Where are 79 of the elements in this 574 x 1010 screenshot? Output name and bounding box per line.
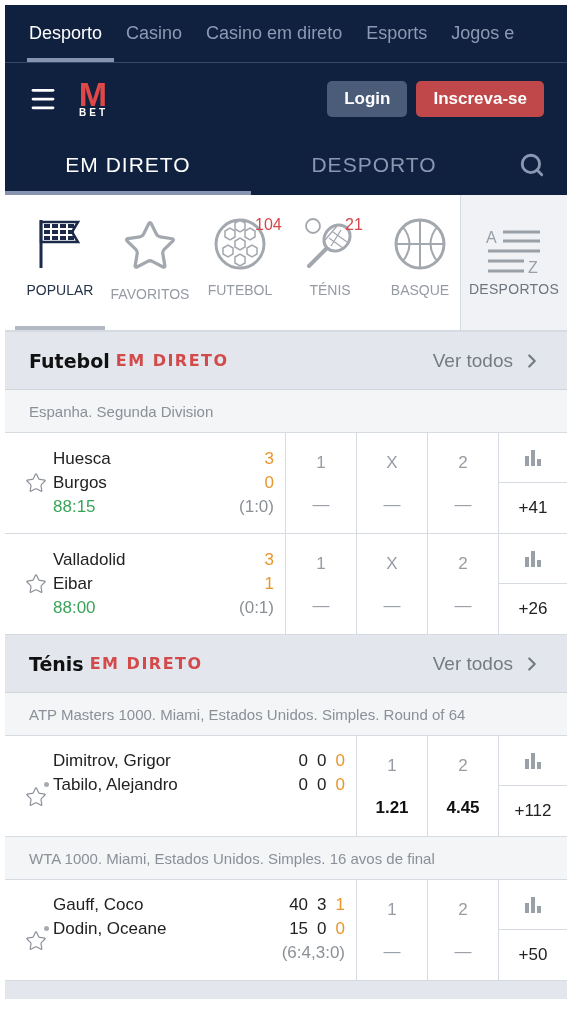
nav-tab[interactable]: Jogos e [449, 5, 527, 62]
section-title: Futebol [29, 349, 110, 372]
half-time-score: (0:1) [239, 598, 274, 618]
basketball-icon [394, 218, 446, 270]
event-count: 104 [255, 216, 282, 234]
odds-button[interactable]: 1 — [286, 433, 357, 533]
player-name: Dodin, Oceane [53, 918, 167, 939]
nav-tab[interactable]: Casino em direto [204, 5, 355, 62]
live-label: EM DIRETO [89, 654, 203, 673]
odds-button[interactable]: X — [357, 433, 428, 533]
live-label: EM DIRETO [115, 351, 229, 370]
player-score: 0 [317, 918, 327, 939]
odds-button[interactable]: 1 — [357, 880, 428, 980]
mode-tab[interactable]: DESPORTO [251, 135, 497, 195]
bar-chart-icon [524, 550, 542, 567]
bar-chart-icon [524, 752, 542, 769]
player-score: 1 [335, 894, 345, 915]
more-markets-button[interactable]: +112 [499, 786, 567, 836]
odds-button[interactable]: 2 — [428, 433, 499, 533]
favorite-star-icon[interactable] [25, 786, 47, 808]
set-scores: (6:4,3:0) [281, 942, 345, 963]
sport-tab[interactable]: 104 FUTEBOL [195, 195, 285, 330]
favorite-star-icon[interactable] [25, 472, 47, 494]
sport-tab[interactable]: 21 TÉNIS [285, 195, 375, 330]
favorite-star-icon[interactable] [25, 930, 47, 952]
odds-button[interactable]: 2 4.45 [428, 736, 499, 836]
match-time: 88:15 [53, 497, 96, 517]
favorite-star-icon[interactable] [25, 573, 47, 595]
player-name: Gauff, Coco [53, 894, 144, 915]
more-markets-button[interactable]: +50 [499, 930, 567, 980]
more-markets-button[interactable]: +41 [499, 483, 567, 533]
nav-tab[interactable]: Desporto [27, 5, 115, 62]
team-name: Huesca [53, 449, 111, 469]
register-button[interactable]: Inscreva-se [416, 81, 544, 117]
search-icon[interactable] [519, 152, 545, 178]
player-score: 3 [317, 894, 327, 915]
odds-button[interactable]: 2 — [428, 534, 499, 634]
team-score: 3 [264, 449, 274, 469]
player-score: 0 [298, 774, 309, 795]
odds-button[interactable]: 2 — [428, 880, 499, 980]
odds-button[interactable]: 1 — [286, 534, 357, 634]
team-name: Burgos [53, 473, 107, 493]
team-name: Eibar [53, 574, 93, 594]
mode-tab[interactable]: EM DIRETO [5, 135, 251, 195]
league-name: WTA 1000. Miami, Estados Unidos. Simples. 16 avos de final [5, 837, 567, 880]
more-markets-button[interactable]: +26 [499, 584, 567, 634]
league-name: ATP Masters 1000. Miami, Estados Unidos. Simples. Round of 64 [5, 693, 567, 736]
player-score: 0 [335, 774, 345, 795]
checkered-flag-icon [38, 218, 82, 270]
team-name: Valladolid [53, 550, 126, 570]
event-count: 21 [345, 216, 363, 234]
bar-chart-icon [524, 449, 542, 466]
sport-tab[interactable]: BASQUE [375, 195, 460, 330]
player-score: 0 [335, 750, 345, 771]
player-score: 40 [289, 894, 309, 915]
team-score: 3 [264, 550, 274, 570]
sports-menu-button[interactable]: A Z DESPORTOS [460, 195, 567, 330]
team-score: 0 [264, 473, 274, 493]
see-all-link[interactable]: Ver todos [432, 349, 543, 372]
section-title: Ténis [29, 652, 84, 675]
half-time-score: (1:0) [239, 497, 274, 517]
player-name: Tabilo, Alejandro [53, 774, 178, 795]
team-score: 1 [264, 574, 274, 594]
odds-button[interactable]: X — [357, 534, 428, 634]
player-score: 15 [289, 918, 309, 939]
bar-chart-icon [524, 896, 542, 913]
player-score: 0 [298, 750, 309, 771]
odds-button[interactable]: 1 1.21 [357, 736, 428, 836]
see-all-link[interactable]: Ver todos [432, 652, 543, 675]
nav-tab[interactable]: Esports [364, 5, 440, 62]
league-name: Espanha. Segunda Division [5, 390, 567, 433]
player-score: 0 [335, 918, 345, 939]
login-button[interactable]: Login [327, 81, 408, 117]
player-score: 0 [317, 750, 327, 771]
player-score: 0 [317, 774, 327, 795]
match-time: 88:00 [53, 598, 96, 618]
sport-tab[interactable]: FAVORITOS [105, 195, 195, 330]
player-name: Dimitrov, Grigor [53, 750, 171, 771]
nav-tab[interactable]: Casino [124, 5, 195, 62]
